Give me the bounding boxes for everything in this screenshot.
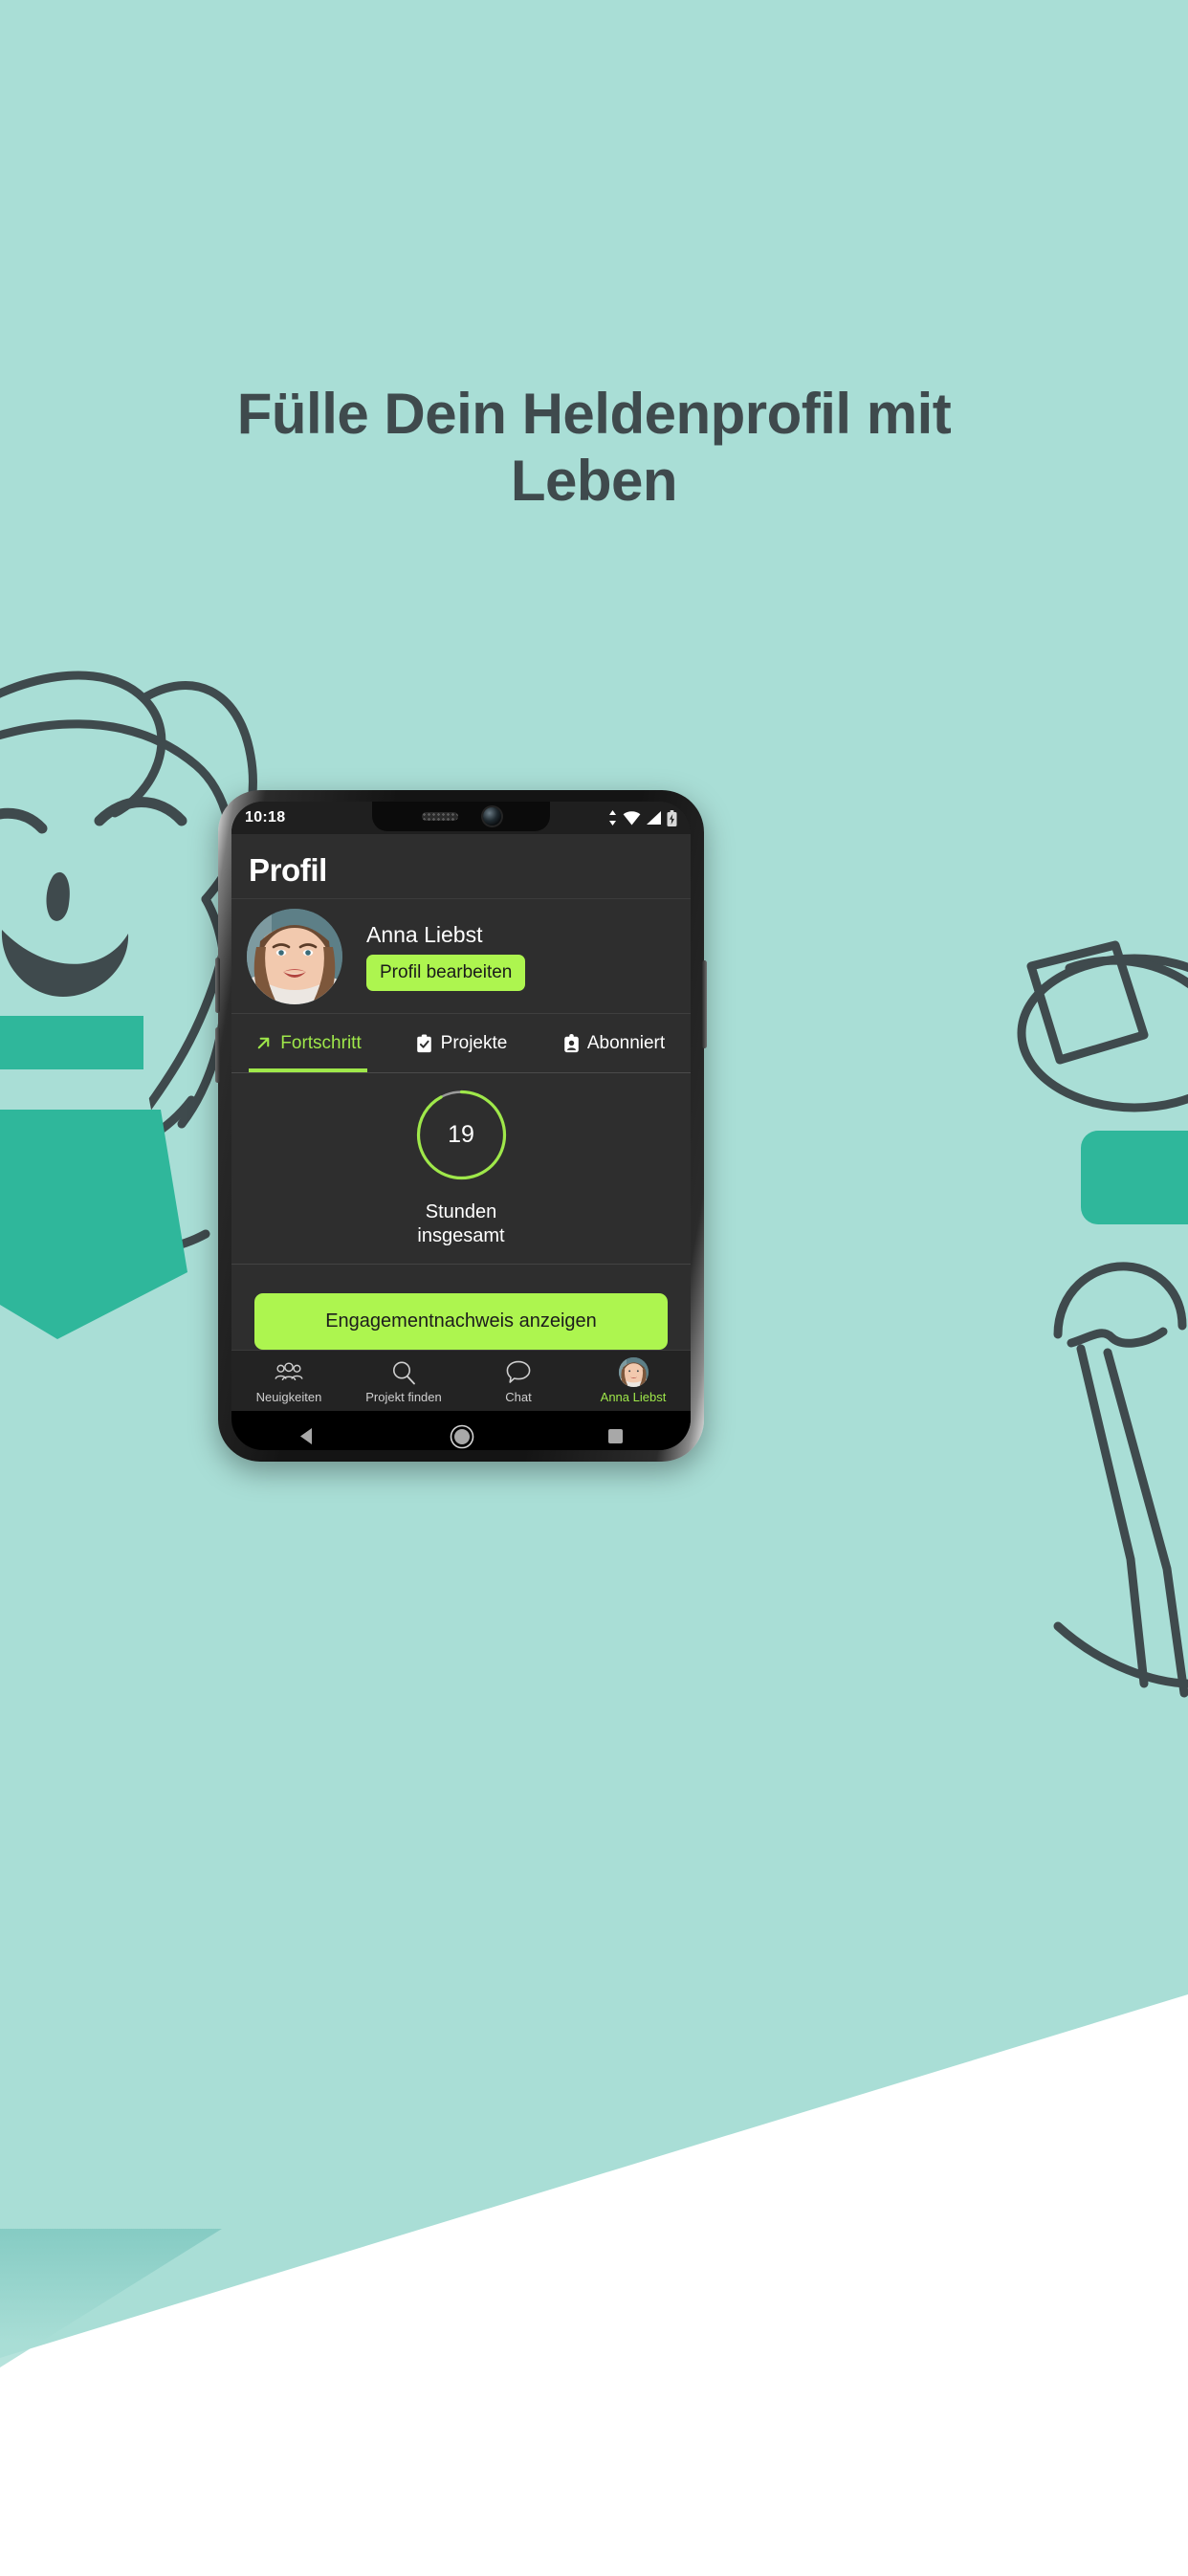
volume-up-button[interactable] — [215, 958, 220, 1013]
tab-label: Fortschritt — [280, 1032, 362, 1053]
tab-label: Abonniert — [586, 1032, 666, 1053]
page-title: Fülle Dein Heldenprofil mit Leben — [236, 382, 952, 513]
profile-name: Anna Liebst — [366, 921, 483, 947]
id-badge-icon — [564, 1033, 579, 1052]
nav-item-chat[interactable]: Chat — [461, 1357, 576, 1404]
speech-bubble-icon — [506, 1360, 531, 1383]
volume-down-button[interactable] — [215, 1027, 220, 1083]
profile-card: Anna Liebst Profil bearbeiten — [231, 899, 691, 1014]
tab-label: Projekte — [440, 1032, 508, 1053]
status-icons — [607, 809, 677, 826]
nav-label: Projekt finden — [365, 1390, 442, 1404]
nav-item-neuigkeiten[interactable]: Neuigkeiten — [231, 1357, 346, 1404]
nav-item-profile[interactable]: Anna Liebst — [576, 1357, 691, 1404]
app-screen: 10:18 Profil Anna Liebst Profil bearbeit… — [231, 802, 691, 1450]
tab-fortschritt[interactable]: Fortschritt — [231, 1014, 385, 1072]
app-header: Profil — [231, 834, 691, 899]
status-bar: 10:18 — [231, 802, 691, 834]
hours-caption: Stunden insgesamt — [417, 1200, 504, 1248]
bottom-navigation: Neuigkeiten Projekt finden Chat Anna Lie… — [231, 1350, 691, 1411]
earpiece-speaker-icon — [421, 812, 458, 821]
nav-label: Chat — [505, 1390, 532, 1404]
phone-notch — [372, 802, 550, 831]
show-engagement-proof-button[interactable]: Engagementnachweis anzeigen — [254, 1293, 668, 1350]
hours-value: 19 — [448, 1121, 474, 1148]
profile-tabs: Fortschritt Projekte Abonniert — [231, 1014, 691, 1073]
arrow-up-right-icon — [257, 1037, 270, 1049]
screen-title: Profil — [249, 852, 327, 888]
clipboard-check-icon — [416, 1033, 431, 1052]
nav-item-projekt-finden[interactable]: Projekt finden — [346, 1357, 461, 1404]
group-people-icon — [275, 1362, 303, 1380]
hours-caption-line2: insgesamt — [417, 1225, 505, 1246]
front-camera-icon — [482, 807, 501, 826]
recents-square-icon[interactable] — [605, 1426, 626, 1450]
android-navigation-bar — [231, 1411, 691, 1450]
edit-profile-button[interactable]: Profil bearbeiten — [366, 954, 526, 991]
nav-label: Anna Liebst — [600, 1390, 667, 1404]
wifi-icon — [623, 811, 641, 826]
signal-icon — [647, 811, 661, 825]
profile-meta: Anna Liebst Profil bearbeiten — [366, 921, 526, 991]
phone-screen: 10:18 Profil Anna Liebst Profil bearbeit… — [231, 802, 691, 1450]
phone-mockup: 10:18 Profil Anna Liebst Profil bearbeit… — [215, 790, 707, 1462]
power-button[interactable] — [702, 960, 707, 1048]
tab-abonniert[interactable]: Abonniert — [538, 1014, 691, 1072]
cta-area: Engagementnachweis anzeigen — [231, 1265, 691, 1350]
back-triangle-icon[interactable] — [297, 1425, 319, 1450]
avatar — [618, 1357, 649, 1387]
nav-label: Neuigkeiten — [255, 1390, 322, 1404]
avatar[interactable] — [247, 908, 342, 1004]
status-time: 10:18 — [245, 809, 286, 826]
search-icon — [393, 1361, 415, 1384]
home-circle-icon[interactable] — [449, 1423, 475, 1451]
progress-panel: 19 Stunden insgesamt — [231, 1073, 691, 1265]
battery-charging-icon — [667, 809, 677, 826]
tab-projekte[interactable]: Projekte — [385, 1014, 538, 1072]
hours-caption-line1: Stunden — [425, 1201, 497, 1222]
hours-progress-ring: 19 — [415, 1089, 508, 1181]
data-transfer-icon — [609, 810, 616, 826]
